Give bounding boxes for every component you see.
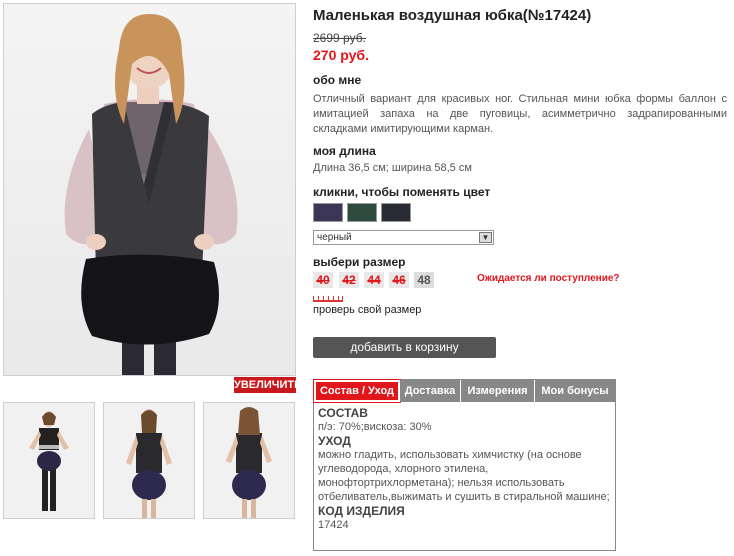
about-heading: обо мне (313, 73, 362, 87)
thumbnail-2-image (126, 409, 172, 518)
product-code-heading: КОД ИЗДЕЛИЯ (318, 504, 405, 518)
tab-content: СОСТАВ п/э: 70%;вискоза: 30% УХОД можно … (318, 406, 610, 532)
thumbnail-3-image (226, 407, 272, 518)
thumbnail-1-image (29, 411, 69, 511)
tab-measurements[interactable]: Измерения (461, 380, 535, 402)
color-swatch-purple[interactable] (313, 203, 343, 222)
thumbnail-2[interactable] (103, 402, 195, 519)
care-heading: УХОД (318, 434, 351, 448)
color-swatch-green[interactable] (347, 203, 377, 222)
size-option-46[interactable]: 46 (389, 272, 409, 288)
ruler-icon (313, 294, 343, 302)
tab-composition-care[interactable]: Состав / Уход (313, 379, 401, 403)
tab-bonuses[interactable]: Мои бонусы (535, 380, 615, 402)
check-size-link[interactable]: проверь свой размер (313, 304, 421, 316)
main-product-photo[interactable] (3, 3, 296, 376)
model-illustration (64, 14, 238, 375)
size-option-40[interactable]: 40 (313, 272, 333, 288)
size-heading: выбери размер (313, 255, 406, 269)
composition-text: п/э: 70%;вискоза: 30% (318, 421, 432, 433)
size-option-44[interactable]: 44 (364, 272, 384, 288)
size-option-48[interactable]: 48 (414, 272, 434, 288)
care-text: можно гладить, использовать химчистку (н… (318, 449, 610, 503)
new-price: 270 руб. (313, 47, 369, 63)
thumbnail-1[interactable] (3, 402, 95, 519)
info-tabs: Состав / Уход Доставка Измерения Мои бон… (313, 379, 616, 551)
add-to-cart-button[interactable]: добавить в корзину (313, 337, 496, 358)
length-heading: моя длина (313, 144, 376, 158)
size-option-42[interactable]: 42 (339, 272, 359, 288)
product-code: 17424 (318, 519, 349, 531)
zoom-button[interactable]: УВЕЛИЧИТЬ (234, 377, 302, 393)
tab-bar: Состав / Уход Доставка Измерения Мои бон… (313, 379, 615, 403)
old-price: 2699 руб. (313, 31, 366, 45)
color-select-value: черный (317, 232, 352, 243)
length-text: Длина 36,5 см; ширина 58,5 см (313, 162, 472, 174)
chevron-down-icon[interactable]: ▼ (479, 232, 492, 243)
color-heading: кликни, чтобы поменять цвет (313, 185, 491, 199)
composition-heading: СОСТАВ (318, 406, 368, 420)
color-swatch-black[interactable] (381, 203, 411, 222)
tab-delivery[interactable]: Доставка (400, 380, 461, 402)
color-select[interactable]: черный ▼ (313, 230, 494, 245)
about-text: Отличный вариант для красивых ног. Стиль… (313, 93, 727, 135)
product-title: Маленькая воздушная юбка(№17424) (313, 7, 592, 24)
thumbnail-3[interactable] (203, 402, 295, 519)
expect-restock-link[interactable]: Ожидается ли поступление? (477, 273, 620, 284)
